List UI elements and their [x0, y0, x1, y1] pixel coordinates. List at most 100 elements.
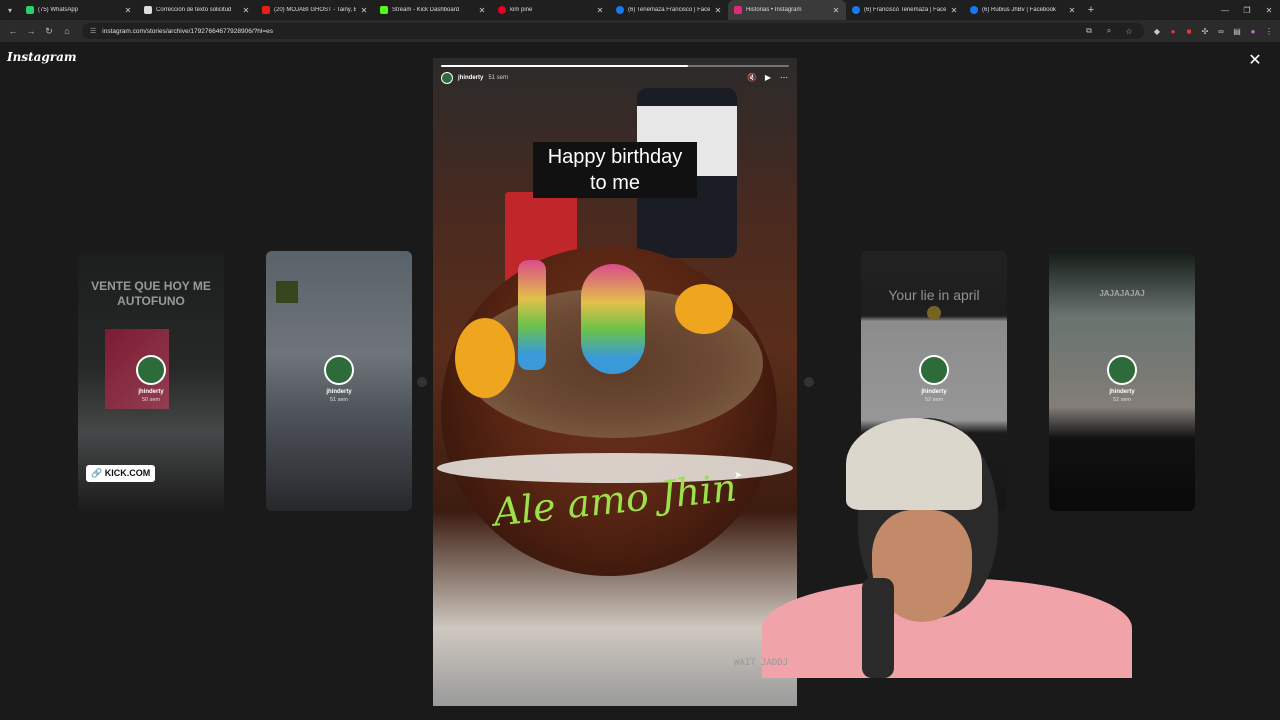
install-icon[interactable]: ⧉: [1082, 26, 1096, 36]
close-viewer-button[interactable]: ✕: [1246, 50, 1264, 70]
facebook-favicon-icon: [852, 6, 860, 14]
tab-facebook-3[interactable]: (6) Rubius JhBv | Facebook ✕: [964, 0, 1082, 20]
story-username: jhinderty: [921, 389, 947, 395]
instagram-logo[interactable]: Instagram: [7, 50, 77, 64]
site-info-icon[interactable]: ☰: [90, 27, 96, 35]
previous-story-arrow-icon[interactable]: [417, 377, 427, 387]
tab-close-icon[interactable]: ✕: [714, 6, 722, 15]
tab-label: Corrección de texto solicitud: [156, 7, 232, 13]
candle-number-one: [518, 260, 546, 370]
reload-icon[interactable]: ↻: [40, 22, 58, 40]
webcam-overlay: [762, 418, 1132, 678]
tab-whatsapp[interactable]: (75) WhatsApp ✕: [20, 0, 138, 20]
tab-close-icon[interactable]: ✕: [478, 6, 486, 15]
tab-label: (6) Tenemaza Francisco | Faceb: [628, 7, 710, 13]
kick-favicon-icon: [380, 6, 388, 14]
minimize-icon[interactable]: —: [1214, 0, 1236, 20]
tab-facebook-1[interactable]: (6) Tenemaza Francisco | Faceb ✕: [610, 0, 728, 20]
facebook-favicon-icon: [970, 6, 978, 14]
story-time: 52 sem: [924, 397, 944, 403]
side-story-card[interactable]: VENTE QUE HOY ME AUTOFUNO jhinderty 50 s…: [78, 251, 224, 511]
story-time: 51 sem: [329, 397, 349, 403]
tab-close-icon[interactable]: ✕: [360, 6, 368, 15]
tab-label: (6) Francisco Tenemaza | Faceb: [864, 7, 946, 13]
link-icon[interactable]: ∞: [1214, 24, 1228, 38]
tab-search-icon[interactable]: ▾: [0, 0, 20, 20]
sidebar-icon[interactable]: ▤: [1230, 24, 1244, 38]
orange-slice: [455, 318, 515, 398]
whatsapp-favicon-icon: [26, 6, 34, 14]
link-sticker[interactable]: 🔗 KICK.COM: [86, 465, 156, 482]
story-username: jhinderty: [138, 389, 164, 395]
url-field[interactable]: ☰ instagram.com/stories/archive/17927664…: [82, 23, 1144, 39]
candle-number-eight: [581, 264, 645, 374]
caption-text: Happy birthday to me: [533, 142, 697, 198]
home-icon[interactable]: ⌂: [58, 22, 76, 40]
mouse-cursor-icon: ➤: [734, 470, 743, 481]
side-story-card[interactable]: jhinderty 51 sem: [266, 251, 412, 511]
tab-close-icon[interactable]: ✕: [950, 6, 958, 15]
story-username: jhinderty: [326, 389, 352, 395]
story-username: jhinderty: [1109, 389, 1135, 395]
adblock-extension-icon[interactable]: ●: [1166, 24, 1180, 38]
forward-icon[interactable]: →: [22, 22, 40, 40]
cam-caption: WAIT JADDJ: [734, 658, 789, 668]
avatar: [919, 355, 949, 385]
avatar: [1107, 355, 1137, 385]
puzzle-extensions-icon[interactable]: ✣: [1198, 24, 1212, 38]
avatar[interactable]: [441, 72, 453, 84]
shield-extension-icon[interactable]: ◆: [1150, 24, 1164, 38]
youtube-favicon-icon: [262, 6, 270, 14]
restore-icon[interactable]: ❐: [1236, 0, 1258, 20]
tab-facebook-2[interactable]: (6) Francisco Tenemaza | Faceb ✕: [846, 0, 964, 20]
window-close-icon[interactable]: ✕: [1258, 0, 1280, 20]
tab-pinterest[interactable]: kim pine ✕: [492, 0, 610, 20]
bookmark-star-icon[interactable]: ☆: [1122, 27, 1136, 36]
address-bar: ← → ↻ ⌂ ☰ instagram.com/stories/archive/…: [0, 20, 1280, 42]
tab-correccion[interactable]: Corrección de texto solicitud ✕: [138, 0, 256, 20]
orange-slice: [675, 284, 733, 334]
tab-kick[interactable]: Stream - Kick Dashboard ✕: [374, 0, 492, 20]
tab-instagram[interactable]: Historias • Instagram ✕: [728, 0, 846, 20]
document-favicon-icon: [144, 6, 152, 14]
tab-close-icon[interactable]: ✕: [124, 6, 132, 15]
record-extension-icon[interactable]: ■: [1182, 24, 1196, 38]
url-text: instagram.com/stories/archive/1792766467…: [102, 27, 274, 35]
back-icon[interactable]: ←: [4, 22, 22, 40]
streamer-cap: [846, 418, 982, 510]
story-header: jhinderty 51 sem: [441, 72, 508, 84]
tab-close-icon[interactable]: ✕: [596, 6, 604, 15]
play-icon[interactable]: ▶: [763, 73, 773, 82]
story-time: 50 sem: [141, 397, 161, 403]
next-story-arrow-icon[interactable]: [804, 377, 814, 387]
avatar: [136, 355, 166, 385]
tab-label: Historias • Instagram: [746, 7, 802, 13]
pinterest-favicon-icon: [498, 6, 506, 14]
tab-close-icon[interactable]: ✕: [832, 6, 840, 15]
new-tab-button[interactable]: +: [1082, 4, 1100, 16]
tab-close-icon[interactable]: ✕: [242, 6, 250, 15]
tab-label: (75) WhatsApp: [38, 7, 79, 13]
story-time: 52 sem: [1112, 397, 1132, 403]
story-progress-fill: [441, 65, 689, 67]
extensions-bar: ◆ ● ■ ✣ ∞ ▤ ● ⋮: [1150, 24, 1276, 38]
more-options-icon[interactable]: ⋯: [779, 73, 789, 82]
story-caption: Happy birthday to me: [533, 142, 697, 198]
story-username[interactable]: jhinderty: [458, 75, 483, 81]
window-controls: — ❐ ✕: [1214, 0, 1280, 20]
story-time: 51 sem: [488, 75, 509, 81]
facebook-favicon-icon: [616, 6, 624, 14]
menu-kebab-icon[interactable]: ⋮: [1262, 24, 1276, 38]
profile-avatar-icon[interactable]: ●: [1246, 24, 1260, 38]
tab-youtube[interactable]: (20) MOJABI GHOST - Tainy, Ba ✕: [256, 0, 374, 20]
tab-label: (6) Rubius JhBv | Facebook: [982, 7, 1056, 13]
tab-close-icon[interactable]: ✕: [1068, 6, 1076, 15]
main-story[interactable]: Ale amo Jhin Happy birthday to me jhinde…: [433, 58, 797, 706]
browser-tabbar: ▾ (75) WhatsApp ✕ Corrección de texto sol…: [0, 0, 1280, 20]
story-progress-bar: [441, 65, 789, 67]
tab-label: (20) MOJABI GHOST - Tainy, Ba: [274, 7, 356, 13]
mute-icon[interactable]: 🔇: [747, 73, 757, 82]
avatar: [324, 355, 354, 385]
story-controls: 🔇 ▶ ⋯: [747, 73, 789, 82]
zoom-icon[interactable]: ⌕: [1102, 26, 1116, 36]
